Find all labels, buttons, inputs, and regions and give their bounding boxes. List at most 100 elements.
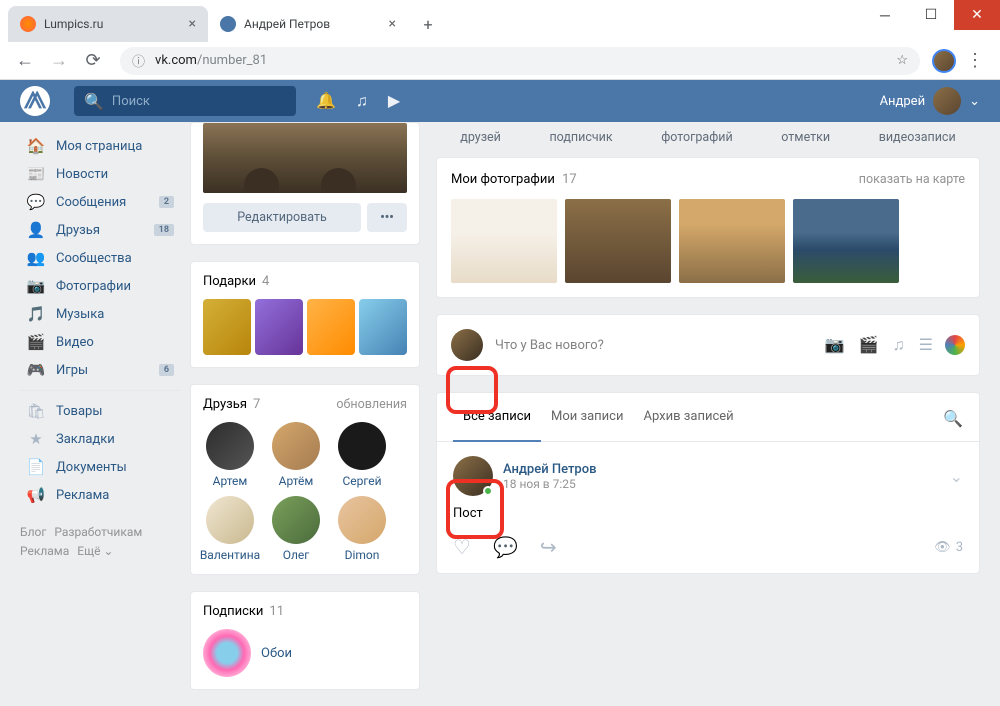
menu-label: Сообщения	[56, 195, 126, 210]
post-timestamp[interactable]: 18 ноя в 7:25	[503, 477, 597, 491]
video-icon[interactable]: ▶	[388, 91, 400, 111]
comment-icon[interactable]: 💬	[493, 535, 518, 559]
menu-icon: 🎮	[26, 361, 46, 379]
edit-button[interactable]: Редактировать	[203, 203, 361, 232]
article-icon[interactable]: ☰	[919, 335, 933, 355]
friend-item[interactable]: Сергей	[335, 422, 389, 488]
video-icon[interactable]: 🎬	[859, 335, 879, 355]
footer-more[interactable]: Ещё ⌄	[77, 544, 113, 558]
footer-blog[interactable]: Блог	[20, 525, 46, 539]
friend-item[interactable]: Артем	[203, 422, 257, 488]
online-indicator	[483, 486, 493, 496]
post-menu-icon[interactable]: ⌄	[950, 467, 963, 486]
photo-icon[interactable]: 📷	[825, 335, 845, 355]
sidebar-item[interactable]: 🎮Игры6	[20, 356, 180, 384]
browser-tab-lumpics[interactable]: Lumpics.ru ×	[8, 6, 208, 42]
sidebar-item[interactable]: 🎬Видео	[20, 328, 180, 356]
sidebar-item[interactable]: 🎵Музыка	[20, 300, 180, 328]
search-icon[interactable]: 🔍	[943, 409, 963, 428]
stat-photos[interactable]: фотографий	[661, 130, 733, 145]
friend-item[interactable]: Артём	[269, 422, 323, 488]
vk-logo[interactable]: ⨇	[20, 86, 50, 116]
user-menu[interactable]: Андрей ⌄	[880, 87, 980, 115]
share-icon[interactable]: ↪	[540, 535, 557, 559]
tab-all-posts[interactable]: Все записи	[453, 393, 541, 442]
menu-icon: 📰	[26, 165, 46, 183]
anniversary-icon[interactable]	[945, 335, 965, 355]
photo-thumbnail[interactable]	[793, 199, 899, 283]
menu-icon: 💬	[26, 193, 46, 211]
notifications-icon[interactable]: 🔔	[316, 91, 336, 111]
maximize-button[interactable]: ☐	[908, 0, 954, 30]
url-path: /number_81	[197, 53, 267, 68]
menu-icon: ★	[26, 430, 46, 448]
photo-thumbnail[interactable]	[679, 199, 785, 283]
search-box[interactable]: 🔍	[74, 86, 296, 116]
browser-toolbar: ← → ⟳ ⓘ vk.com/number_81 ☆ ⋮	[0, 42, 1000, 80]
gift-item[interactable]	[359, 299, 407, 355]
menu-icon: 🏠	[26, 137, 46, 155]
footer-dev[interactable]: Разработчикам	[54, 525, 142, 539]
friends-updates-link[interactable]: обновления	[336, 397, 407, 412]
like-icon[interactable]: ♡	[453, 535, 471, 559]
stat-subscribers[interactable]: подписчик	[549, 130, 612, 145]
close-window-button[interactable]: ✕	[954, 0, 1000, 30]
sidebar-item[interactable]: ★Закладки	[20, 425, 180, 453]
post-author-avatar[interactable]	[453, 456, 493, 496]
site-info-icon[interactable]: ⓘ	[132, 51, 145, 70]
music-icon[interactable]: ♫	[356, 91, 368, 111]
tab-archive[interactable]: Архив записей	[634, 393, 744, 441]
photo-thumbnail[interactable]	[451, 199, 557, 283]
menu-label: Игры	[56, 363, 88, 378]
composer-placeholder[interactable]: Что у Вас нового?	[495, 338, 813, 353]
post-composer[interactable]: Что у Вас нового? 📷 🎬 ♫ ☰	[436, 314, 980, 376]
close-icon[interactable]: ×	[189, 16, 196, 32]
friend-item[interactable]: Олег	[269, 496, 323, 562]
sidebar-item[interactable]: 📷Фотографии	[20, 272, 180, 300]
browser-profile-avatar[interactable]	[932, 49, 956, 73]
sidebar-item[interactable]: 👥Сообщества	[20, 244, 180, 272]
friends-panel: Друзья7обновления АртемАртёмСергейВалент…	[190, 384, 420, 575]
forward-button[interactable]: →	[44, 46, 74, 76]
sidebar-item[interactable]: 🏠Моя страница	[20, 132, 180, 160]
gift-item[interactable]	[307, 299, 355, 355]
close-icon[interactable]: ×	[389, 16, 396, 32]
stat-videos[interactable]: видеозаписи	[879, 130, 956, 145]
footer-links: Блог Разработчикам Реклама Ещё ⌄	[20, 523, 180, 561]
menu-label: Товары	[56, 404, 102, 419]
back-button[interactable]: ←	[10, 46, 40, 76]
sidebar-item[interactable]: 📢Реклама	[20, 481, 180, 509]
profile-photo[interactable]	[203, 123, 407, 193]
stat-friends[interactable]: друзей	[460, 130, 501, 145]
tab-my-posts[interactable]: Мои записи	[541, 393, 633, 441]
address-bar[interactable]: ⓘ vk.com/number_81 ☆	[120, 47, 920, 75]
gift-item[interactable]	[255, 299, 303, 355]
reload-button[interactable]: ⟳	[78, 46, 108, 76]
sidebar-item[interactable]: 👤Друзья18	[20, 216, 180, 244]
search-input[interactable]	[112, 94, 286, 109]
music-icon[interactable]: ♫	[893, 335, 905, 355]
sidebar-item[interactable]: 💬Сообщения2	[20, 188, 180, 216]
subscription-item[interactable]: Обои	[203, 629, 407, 677]
menu-button[interactable]: ⋮	[960, 46, 990, 76]
more-button[interactable]: •••	[367, 203, 407, 232]
friend-item[interactable]: Валентина	[203, 496, 257, 562]
minimize-button[interactable]: ─	[862, 0, 908, 30]
footer-ads[interactable]: Реклама	[20, 544, 69, 558]
sidebar-item[interactable]: 📰Новости	[20, 160, 180, 188]
friend-name: Сергей	[342, 474, 381, 488]
gift-item[interactable]	[203, 299, 251, 355]
user-name: Андрей	[880, 94, 926, 109]
sidebar-item[interactable]: 🛍Товары	[20, 397, 180, 425]
photo-thumbnail[interactable]	[565, 199, 671, 283]
new-tab-button[interactable]: +	[414, 10, 442, 38]
friend-item[interactable]: Dimon	[335, 496, 389, 562]
stat-tags[interactable]: отметки	[781, 130, 830, 145]
bookmark-icon[interactable]: ☆	[896, 53, 908, 68]
browser-tab-vk[interactable]: Андрей Петров ×	[208, 6, 408, 42]
post-author-name[interactable]: Андрей Петров	[503, 462, 597, 477]
sidebar-item[interactable]: 📄Документы	[20, 453, 180, 481]
chevron-down-icon: ⌄	[969, 94, 980, 109]
show-on-map-link[interactable]: показать на карте	[859, 172, 965, 187]
avatar	[206, 496, 254, 544]
